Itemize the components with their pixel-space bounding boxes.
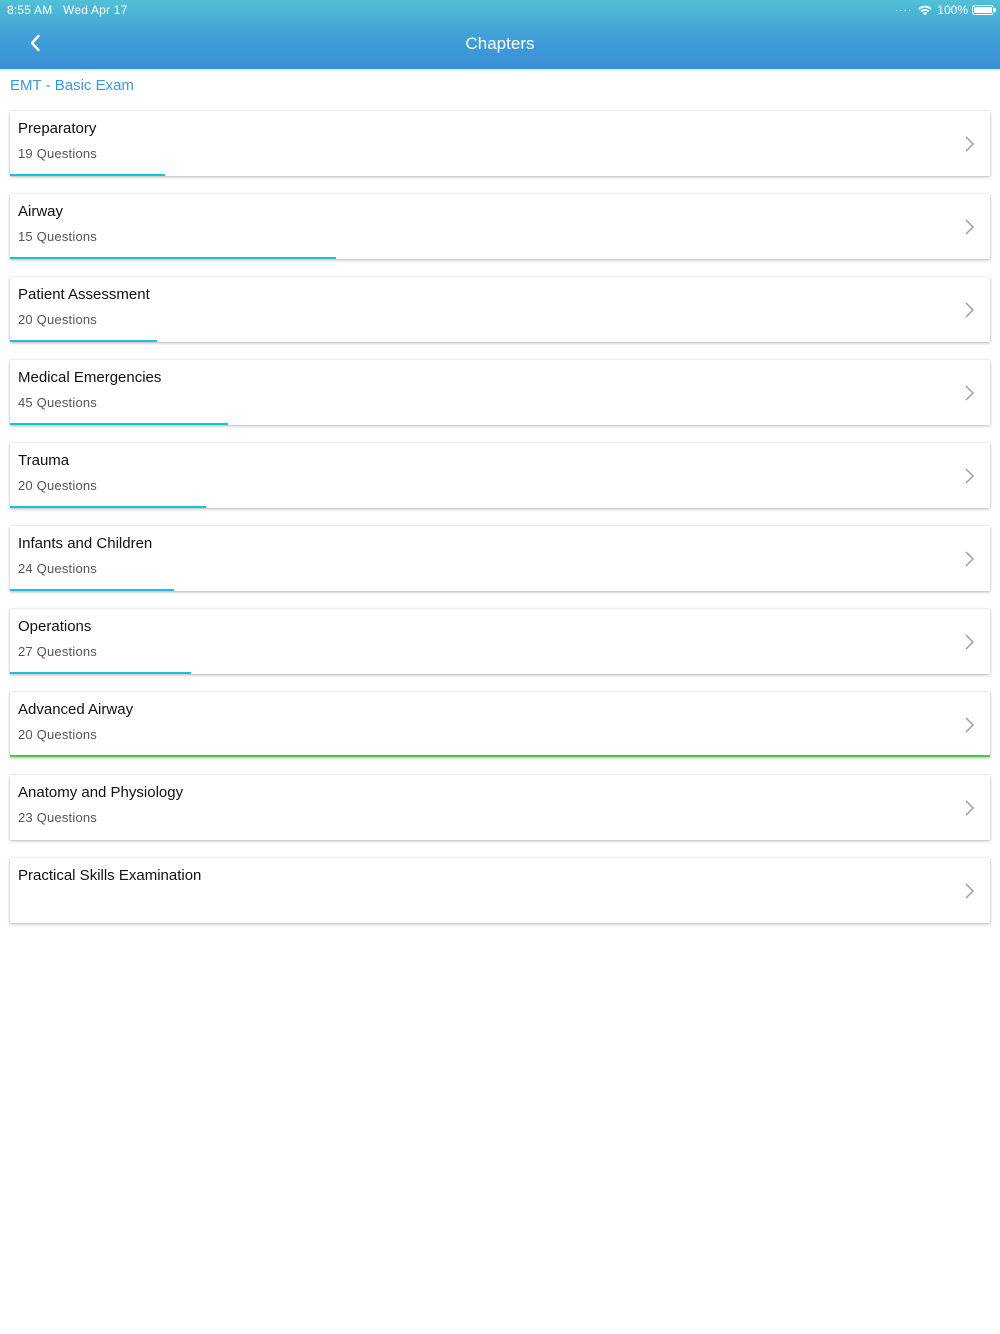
chevron-right-icon	[965, 219, 974, 235]
chapter-item[interactable]: Anatomy and Physiology 23 Questions	[10, 775, 990, 840]
chapter-title: Advanced Airway	[18, 701, 134, 718]
chevron-right-icon	[965, 468, 974, 484]
status-time: 8:55 AM	[7, 3, 53, 17]
chapter-item[interactable]: Practical Skills Examination	[10, 858, 990, 923]
chapter-title: Trauma	[18, 452, 70, 469]
chapter-title: Patient Assessment	[18, 286, 150, 303]
app-header: 8:55 AM Wed Apr 17 ···· 100% Chapters	[0, 0, 1000, 69]
chevron-right-icon	[965, 717, 974, 733]
chevron-right-icon	[965, 136, 974, 152]
chapter-title: Practical Skills Examination	[18, 867, 202, 884]
chapter-item[interactable]: Trauma 20 Questions	[10, 443, 990, 508]
chapter-item[interactable]: Patient Assessment 20 Questions	[10, 277, 990, 342]
chapter-question-count: 45 Questions	[18, 395, 98, 410]
chapter-progress-bar	[10, 589, 174, 591]
wifi-icon	[918, 5, 932, 15]
chapter-title: Medical Emergencies	[18, 369, 162, 386]
chapter-progress-bar	[10, 506, 206, 508]
status-bar-time: 8:55 AM Wed Apr 17	[7, 3, 128, 17]
chapter-item[interactable]: Airway 15 Questions	[10, 194, 990, 259]
page-title: Chapters	[465, 34, 535, 53]
chevron-right-icon	[965, 302, 974, 318]
chapter-title: Infants and Children	[18, 535, 153, 552]
battery-percent: 100%	[937, 3, 968, 17]
chapter-item[interactable]: Infants and Children 24 Questions	[10, 526, 990, 591]
chapter-question-count: 15 Questions	[18, 229, 98, 244]
chapter-progress-bar	[10, 755, 990, 757]
chevron-right-icon	[965, 385, 974, 401]
chapter-list: Preparatory 19 Questions Airway 15 Question…	[10, 111, 990, 941]
chapter-progress-bar	[10, 340, 157, 342]
chapter-progress-bar	[10, 672, 192, 674]
chapter-item[interactable]: Advanced Airway 20 Questions	[10, 692, 990, 757]
chapter-question-count: 20 Questions	[18, 727, 98, 742]
status-bar-right: ···· 100%	[894, 2, 996, 18]
chapter-question-count: 23 Questions	[18, 810, 98, 825]
chapter-progress-bar	[10, 257, 337, 259]
chapter-item[interactable]: Preparatory 19 Questions	[10, 111, 990, 176]
chapter-title: Airway	[18, 203, 64, 220]
chevron-right-icon	[965, 634, 974, 650]
chapter-title: Operations	[18, 618, 92, 635]
chapter-question-count: 20 Questions	[18, 478, 98, 493]
chapter-question-count: 19 Questions	[18, 146, 98, 161]
chevron-right-icon	[965, 883, 974, 899]
chapter-question-count: 20 Questions	[18, 312, 98, 327]
chapter-title: Preparatory	[18, 120, 97, 137]
chapter-item[interactable]: Medical Emergencies 45 Questions	[10, 360, 990, 425]
chevron-right-icon	[965, 800, 974, 816]
signal-dots-icon: ····	[894, 4, 913, 16]
chapter-progress-bar	[10, 423, 228, 425]
chapter-question-count: 27 Questions	[18, 644, 98, 659]
status-date: Wed Apr 17	[63, 3, 128, 17]
chapter-item[interactable]: Operations 27 Questions	[10, 609, 990, 674]
chapter-progress-bar	[10, 174, 165, 176]
battery-icon	[972, 5, 996, 15]
chapter-question-count: 24 Questions	[18, 561, 98, 576]
breadcrumb[interactable]: EMT - Basic Exam	[10, 77, 134, 94]
chapter-title: Anatomy and Physiology	[18, 784, 184, 801]
chevron-right-icon	[965, 551, 974, 567]
